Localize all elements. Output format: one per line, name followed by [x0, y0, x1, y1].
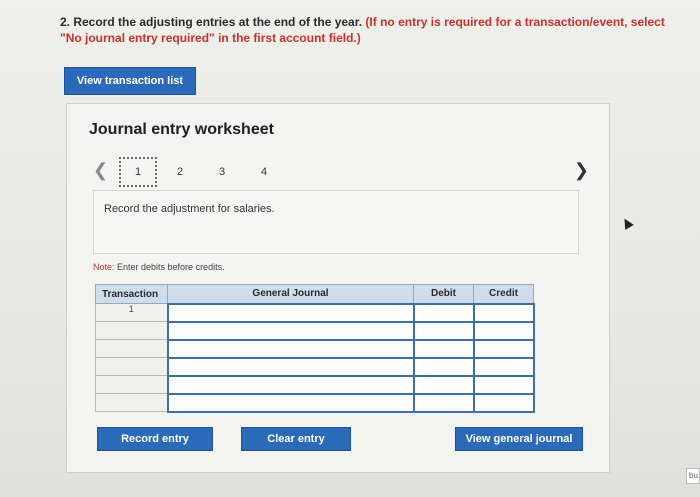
mouse-cursor-icon: [620, 216, 634, 230]
account-select[interactable]: [166, 302, 415, 323]
page-tab-2[interactable]: 2: [161, 157, 199, 187]
credit-input[interactable]: [472, 356, 535, 377]
chevron-left-icon[interactable]: ❮: [93, 160, 108, 181]
header-general-journal: General Journal: [167, 284, 414, 304]
page: 2. Record the adjusting entries at the e…: [0, 0, 700, 497]
table-row: [95, 392, 535, 413]
header-credit: Credit: [473, 284, 534, 304]
note: Note: Enter debits before credits.: [93, 262, 225, 272]
instructions-prefix: 2. Record the adjusting entries at the e…: [60, 15, 363, 29]
table-row: 1: [95, 302, 535, 323]
header-transaction: Transaction: [95, 284, 168, 304]
journal-entry-worksheet: Journal entry worksheet ❮ 1 2 3 4 ❯ Reco…: [66, 103, 610, 473]
page-tab-3[interactable]: 3: [203, 157, 241, 187]
worksheet-title: Journal entry worksheet: [89, 121, 274, 138]
table-row: [95, 356, 535, 377]
view-transaction-list-button[interactable]: View transaction list: [64, 67, 196, 95]
debit-input[interactable]: [412, 374, 475, 395]
instructions-text: 2. Record the adjusting entries at the e…: [60, 14, 670, 46]
debit-input[interactable]: [412, 320, 475, 341]
credit-input[interactable]: [472, 320, 535, 341]
debit-input[interactable]: [412, 392, 475, 413]
credit-input[interactable]: [472, 302, 535, 323]
note-label: Note:: [93, 262, 115, 272]
debit-input[interactable]: [412, 338, 475, 359]
prompt-text: Record the adjustment for salaries.: [104, 203, 275, 215]
account-select[interactable]: [166, 338, 415, 359]
account-select[interactable]: [166, 320, 415, 341]
debit-input[interactable]: [412, 302, 475, 323]
table-row: [95, 338, 535, 359]
worksheet-pager: ❮ 1 2 3 4 ❯: [89, 152, 589, 192]
table-row: [95, 374, 535, 395]
journal-table: Transaction General Journal Debit Credit…: [95, 284, 535, 413]
credit-input[interactable]: [472, 338, 535, 359]
account-select[interactable]: [166, 356, 415, 377]
page-tab-4[interactable]: 4: [245, 157, 283, 187]
chevron-right-icon[interactable]: ❯: [574, 160, 589, 181]
transaction-cell: [95, 357, 168, 376]
credit-input[interactable]: [472, 392, 535, 413]
transaction-cell: [95, 321, 168, 340]
transaction-cell: [95, 375, 168, 394]
credit-input[interactable]: [472, 374, 535, 395]
prompt-box: Record the adjustment for salaries.: [93, 190, 579, 254]
record-entry-button[interactable]: Record entry: [97, 427, 213, 451]
transaction-cell: [95, 339, 168, 358]
corner-tag[interactable]: bu: [686, 468, 700, 484]
journal-header-row: Transaction General Journal Debit Credit: [95, 284, 534, 304]
transaction-cell: [95, 393, 168, 412]
view-general-journal-button[interactable]: View general journal: [455, 427, 583, 451]
note-text: Enter debits before credits.: [114, 262, 225, 272]
account-select[interactable]: [166, 374, 415, 395]
debit-input[interactable]: [412, 356, 475, 377]
header-debit: Debit: [413, 284, 474, 304]
transaction-cell: 1: [95, 303, 168, 322]
table-row: [95, 320, 535, 341]
clear-entry-button[interactable]: Clear entry: [241, 427, 351, 451]
page-tab-1[interactable]: 1: [119, 157, 157, 187]
account-select[interactable]: [166, 392, 415, 413]
